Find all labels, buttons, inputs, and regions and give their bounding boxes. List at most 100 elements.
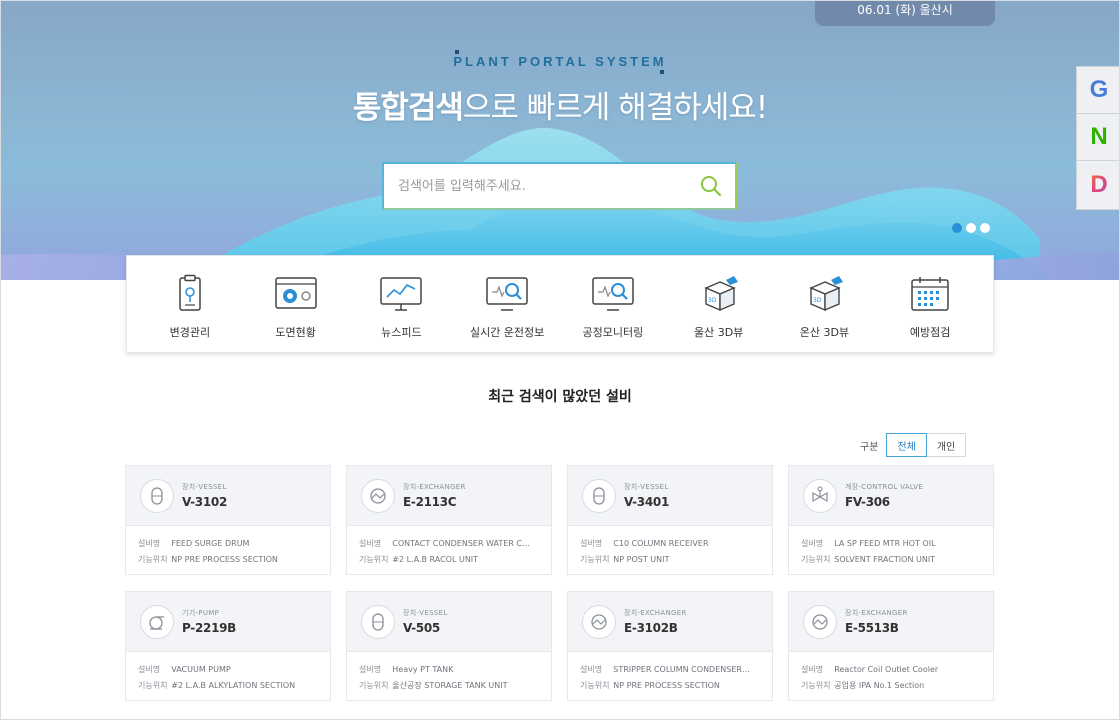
filter-personal-button[interactable]: 개인 (926, 433, 967, 457)
vessel-icon (582, 478, 616, 513)
3d-cube-icon: 3D (809, 276, 844, 312)
filter-toggle: 구분 전체 개인 (860, 433, 967, 457)
card-body: 설비명 CONTACT CONDENSER WATER C… 기능위치 #2 L.A.… (347, 526, 551, 568)
equipment-name-row: 설비명 VACUUM PUMP (138, 662, 318, 678)
equipment-card[interactable]: 장치-VESSEL V-505 설비명 Heavy PT TANK 기능위치 울산공장 S… (346, 591, 552, 701)
equipment-tag: E-3102B (624, 621, 678, 635)
equipment-card[interactable]: 장치-VESSEL V-3102 설비명 FEED SURGE DRUM 기능위치 NP … (125, 465, 331, 575)
filter-all-button[interactable]: 전체 (886, 433, 927, 457)
menu-item-preventive-inspection[interactable]: 예방점검 (885, 256, 975, 340)
menu-item-process-monitoring[interactable]: 공정모니터링 (568, 256, 658, 340)
equipment-location: NP PRE PROCESS SECTION (171, 555, 278, 564)
daum-icon[interactable]: D (1077, 161, 1120, 208)
card-head-text: 장치-VESSEL V-3102 (182, 482, 227, 509)
equipment-name-row: 설비명 CONTACT CONDENSER WATER C… (359, 536, 539, 552)
card-header: 장치-EXCHANGER E-5513B (789, 592, 993, 652)
search-bar (382, 162, 737, 210)
card-head-text: 장치-EXCHANGER E-5513B (845, 608, 908, 635)
equipment-name-row: 설비명 FEED SURGE DRUM (138, 536, 318, 552)
equipment-card[interactable]: 장치-EXCHANGER E-2113C 설비명 CONTACT CONDENSER … (346, 465, 552, 575)
field-label: 기능위치 (580, 555, 610, 564)
calendar-icon (911, 277, 949, 311)
equipment-tag: P-2219B (182, 621, 237, 635)
equipment-type: 장치-VESSEL (182, 483, 227, 491)
card-body: 설비명 Heavy PT TANK 기능위치 울산공장 STORAGE TANK UN… (347, 652, 551, 694)
3d-cube-icon: 3D (703, 276, 738, 312)
system-label: PLANT PORTAL SYSTEM (453, 54, 667, 69)
decor-dot (455, 50, 459, 54)
card-header: 장치-VESSEL V-505 (347, 592, 551, 652)
slider-dot-1[interactable] (952, 223, 962, 233)
slider-dot-2[interactable] (966, 223, 976, 233)
equipment-location: NP PRE PROCESS SECTION (613, 681, 720, 690)
svg-text:3D: 3D (708, 297, 717, 304)
menu-item-drawing-status[interactable]: 도면현황 (251, 256, 341, 340)
google-icon[interactable]: G (1077, 67, 1120, 114)
equipment-type: 계장-CONTROL VALVE (845, 483, 924, 491)
field-label: 설비명 (359, 539, 382, 548)
field-label: 기능위치 (801, 555, 831, 564)
equipment-location-row: 기능위치 공업용 IPA No.1 Section (801, 678, 981, 694)
search-input[interactable] (398, 178, 699, 194)
equipment-card[interactable]: 장치-EXCHANGER E-5513B 설비명 Reactor Coil Outle… (788, 591, 994, 701)
monitor-search-icon (486, 277, 528, 311)
field-label: 기능위치 (138, 681, 168, 690)
equipment-name-row: 설비명 STRIPPER COLUMN CONDENSER… (580, 662, 760, 678)
card-head-text: 장치-VESSEL V-505 (403, 608, 448, 635)
equipment-type: 장치-EXCHANGER (403, 483, 466, 491)
naver-icon[interactable]: N (1077, 114, 1120, 161)
equipment-name-row: 설비명 Heavy PT TANK (359, 662, 539, 678)
equipment-type: 장치-EXCHANGER (845, 609, 908, 617)
equipment-name: CONTACT CONDENSER WATER C… (392, 539, 530, 548)
menu-item-newsfeed[interactable]: 뉴스피드 (356, 256, 446, 340)
menu-item-ulsan-3d-view[interactable]: 3D 울산 3D뷰 (674, 256, 764, 340)
menu-item-label: 도면현황 (275, 326, 316, 339)
equipment-location-row: 기능위치 NP PRE PROCESS SECTION (580, 678, 760, 694)
exchanger-icon (803, 604, 837, 639)
card-header: 장치-VESSEL V-3102 (126, 466, 330, 526)
valve-icon (803, 478, 837, 513)
pump-icon (140, 604, 174, 639)
svg-text:3D: 3D (813, 297, 822, 304)
card-head-text: 장치-EXCHANGER E-2113C (403, 482, 466, 509)
headline-rest: 으로 빠르게 해결하세요! (462, 90, 768, 126)
slider-pagination (952, 223, 990, 233)
equipment-name: Reactor Coil Outlet Cooler (834, 665, 939, 674)
menu-item-label: 공정모니터링 (582, 326, 644, 339)
field-label: 설비명 (580, 539, 603, 548)
equipment-location-row: 기능위치 NP PRE PROCESS SECTION (138, 552, 318, 568)
search-icon[interactable] (699, 174, 723, 198)
card-header: 계장-CONTROL VALVE FV-306 (789, 466, 993, 526)
menu-item-change-management[interactable]: 변경관리 (145, 256, 235, 340)
menu-item-realtime-operation[interactable]: 실시간 운전정보 (462, 256, 552, 340)
equipment-card[interactable]: 기기-PUMP P-2219B 설비명 VACUUM PUMP 기능위치 #2 L.A.B… (125, 591, 331, 701)
equipment-card-grid: 장치-VESSEL V-3102 설비명 FEED SURGE DRUM 기능위치 NP … (125, 465, 995, 701)
equipment-name-row: 설비명 LA SP FEED MTR HOT OIL (801, 536, 981, 552)
chart-monitor-icon (380, 277, 423, 311)
equipment-location-row: 기능위치 NP POST UNIT (580, 552, 760, 568)
equipment-location-row: 기능위치 #2 L.A.B ALKYLATION SECTION (138, 678, 318, 694)
menu-item-onsan-3d-view[interactable]: 3D 온산 3D뷰 (779, 256, 869, 340)
equipment-location-row: 기능위치 울산공장 STORAGE TANK UNIT (359, 678, 539, 694)
equipment-location: SOLVENT FRACTION UNIT (834, 555, 936, 564)
monitor-search-icon (592, 277, 634, 311)
exchanger-icon (582, 604, 616, 639)
card-header: 기기-PUMP P-2219B (126, 592, 330, 652)
equipment-tag: V-3102 (182, 495, 227, 509)
clipboard-icon (179, 274, 201, 311)
search-engine-quickbar: G N D (1076, 66, 1120, 210)
menu-item-label: 울산 3D뷰 (693, 326, 744, 339)
card-head-text: 기기-PUMP P-2219B (182, 608, 236, 635)
equipment-type: 장치-EXCHANGER (624, 609, 687, 617)
equipment-type: 장치-VESSEL (624, 483, 669, 491)
slider-dot-3[interactable] (980, 223, 990, 233)
exchanger-icon (361, 478, 395, 513)
equipment-card[interactable]: 장치-VESSEL V-3401 설비명 C10 COLUMN RECEIVER 기능위… (567, 465, 773, 575)
section-title: 최근 검색이 많았던 설비 (488, 389, 632, 405)
equipment-name: LA SP FEED MTR HOT OIL (834, 539, 936, 548)
equipment-name: Heavy PT TANK (392, 665, 454, 674)
equipment-card[interactable]: 장치-EXCHANGER E-3102B 설비명 STRIPPER COLUMN CO… (567, 591, 773, 701)
menu-item-label: 변경관리 (169, 326, 211, 339)
equipment-tag: E-5513B (845, 621, 899, 635)
equipment-card[interactable]: 계장-CONTROL VALVE FV-306 설비명 LA SP FEED MTR … (788, 465, 994, 575)
